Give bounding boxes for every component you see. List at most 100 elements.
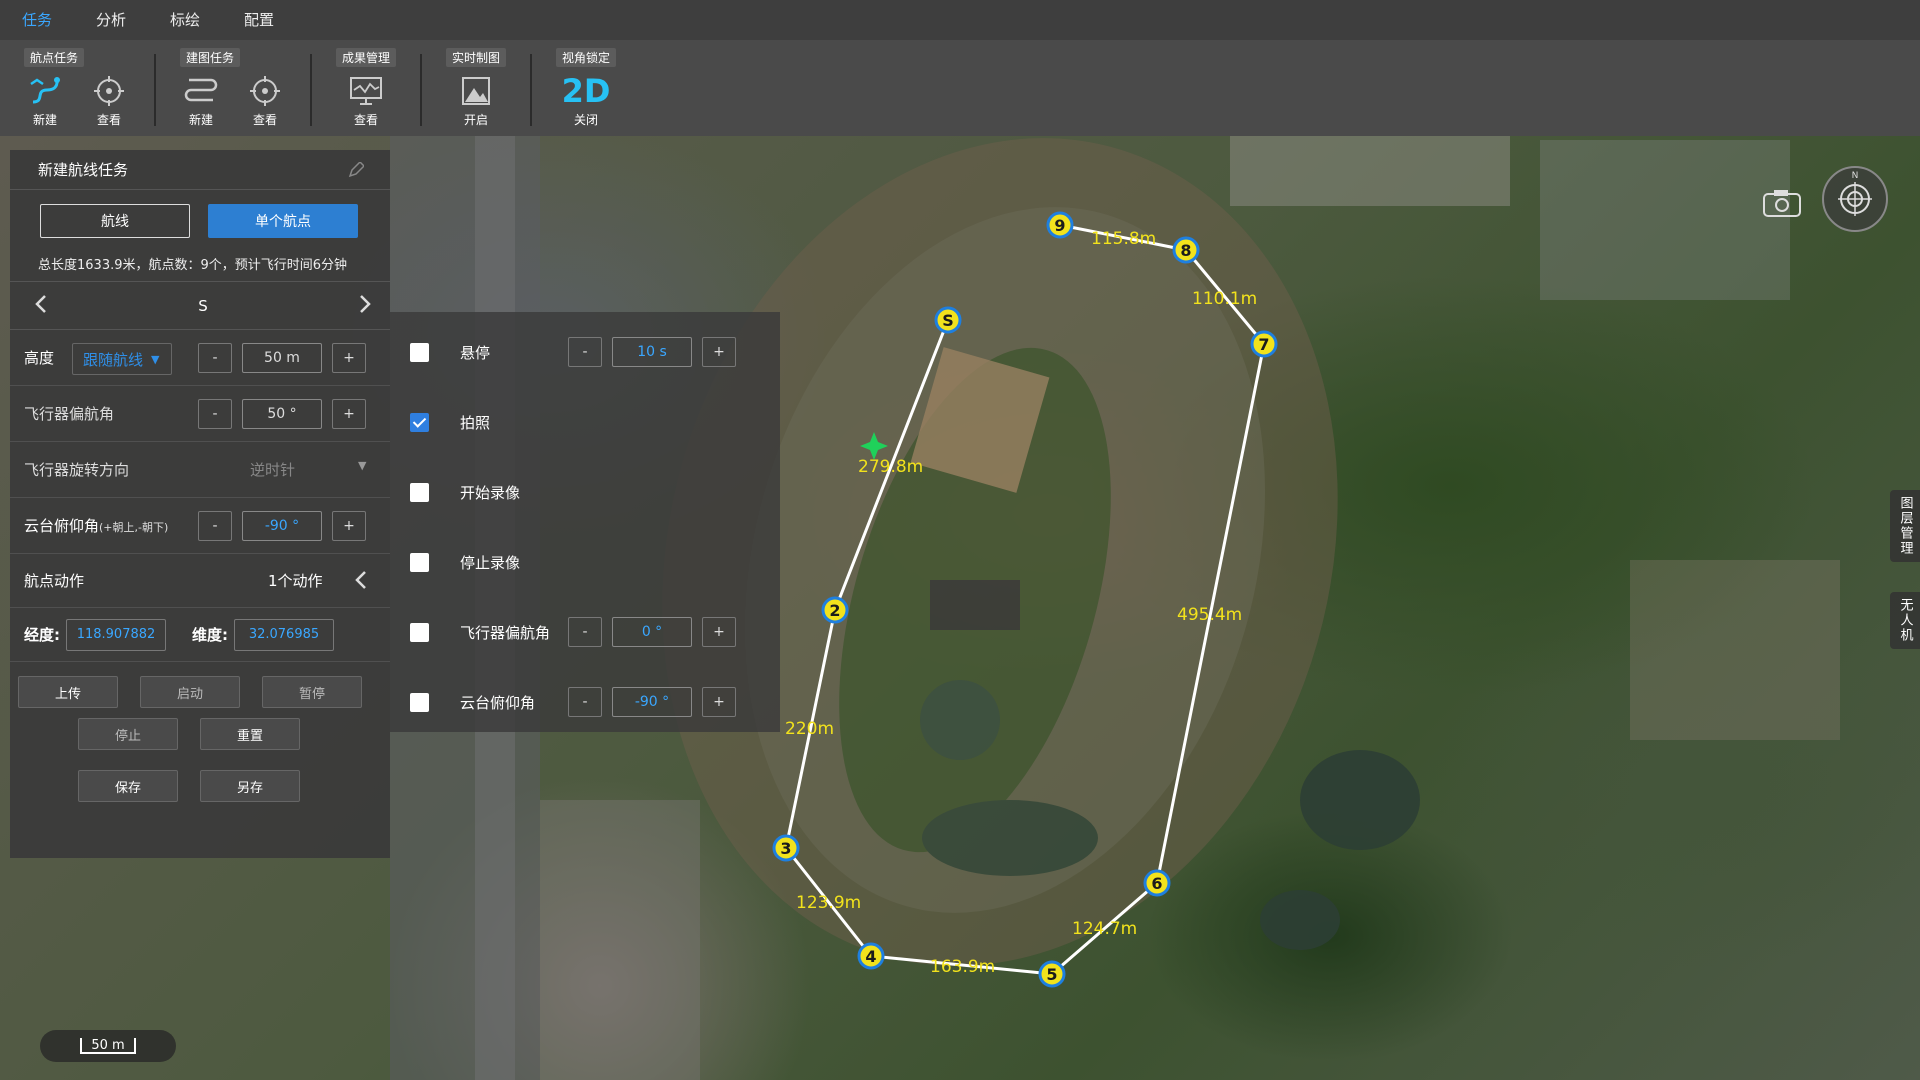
waypoint-marker[interactable]: 9 bbox=[1046, 211, 1074, 239]
new-route-task-panel: 新建航线任务 航线 单个航点 总长度1633.9米，航点数：9个，预计飞行时间6… bbox=[10, 150, 390, 858]
altitude-value[interactable]: 50 m bbox=[242, 342, 322, 373]
longitude-label: 经度: bbox=[24, 626, 60, 644]
plus-button[interactable]: + bbox=[702, 337, 736, 367]
waypoint-action-row[interactable]: 航点动作 1个动作 bbox=[10, 554, 390, 608]
realtime-mapping-toggle[interactable]: 开启 bbox=[455, 73, 497, 128]
longitude-field[interactable]: 118.907882 bbox=[66, 618, 166, 651]
altitude-mode-select[interactable]: 跟随航线 ▼ bbox=[72, 343, 172, 375]
camera-icon[interactable] bbox=[1762, 188, 1802, 218]
stop-button[interactable]: 停止 bbox=[78, 718, 178, 750]
menu-analysis[interactable]: 分析 bbox=[74, 0, 148, 40]
yaw-value[interactable]: 50 ° bbox=[242, 398, 322, 429]
waypoint-navigator: S bbox=[10, 282, 390, 330]
action-label: 拍照 bbox=[460, 413, 491, 432]
stop-recording-checkbox[interactable] bbox=[410, 552, 429, 572]
latitude-field[interactable]: 32.076985 bbox=[234, 618, 334, 651]
new-mapping-task-button[interactable]: 新建 bbox=[180, 73, 222, 128]
menu-config[interactable]: 配置 bbox=[222, 0, 296, 40]
waypoint-marker[interactable]: 4 bbox=[857, 942, 885, 970]
reset-button[interactable]: 重置 bbox=[200, 718, 300, 750]
plus-button[interactable]: + bbox=[702, 617, 736, 647]
upload-button[interactable]: 上传 bbox=[18, 676, 118, 708]
tab-route[interactable]: 航线 bbox=[40, 204, 190, 238]
hover-checkbox[interactable] bbox=[410, 342, 429, 362]
waypoint-marker[interactable]: 8 bbox=[1172, 236, 1200, 264]
action-label: 飞行器偏航角 bbox=[460, 623, 551, 642]
save-button[interactable]: 保存 bbox=[78, 770, 178, 802]
gimbal-checkbox[interactable] bbox=[410, 692, 429, 712]
gimbal-row: 云台俯仰角(+朝上,-朝下) - -90 ° + bbox=[10, 498, 390, 554]
scale-label: 50 m bbox=[91, 1037, 125, 1053]
action-yaw-stepper: - 0 ° + bbox=[568, 617, 736, 647]
photo-checkbox[interactable] bbox=[410, 412, 429, 432]
side-tab-label: 无人机 bbox=[1897, 598, 1913, 643]
minus-button[interactable]: - bbox=[568, 337, 602, 367]
button-label: 新建 bbox=[188, 113, 213, 127]
pause-button[interactable]: 暂停 bbox=[262, 676, 362, 708]
hover-duration-value[interactable]: 10 s bbox=[612, 337, 692, 367]
svg-text:N: N bbox=[1852, 171, 1859, 181]
side-tab-label: 图层管理 bbox=[1897, 496, 1913, 556]
next-waypoint-icon[interactable] bbox=[358, 294, 372, 318]
gimbal-value[interactable]: -90 ° bbox=[242, 510, 322, 541]
prev-waypoint-icon[interactable] bbox=[34, 294, 48, 318]
toolbar-divider bbox=[154, 54, 156, 126]
waypoint-marker[interactable]: 3 bbox=[772, 834, 800, 862]
minus-button[interactable]: - bbox=[198, 342, 232, 373]
start-button[interactable]: 启动 bbox=[140, 676, 240, 708]
waypoint-marker[interactable]: 5 bbox=[1038, 960, 1066, 988]
view-results-button[interactable]: 查看 bbox=[345, 73, 387, 128]
drone-tab[interactable]: 无人机 bbox=[1890, 592, 1920, 649]
waypoint-marker[interactable]: 7 bbox=[1250, 330, 1278, 358]
image-mountain-icon bbox=[456, 73, 496, 109]
waypoint-marker[interactable]: 6 bbox=[1143, 869, 1171, 897]
rotation-label: 飞行器旋转方向 bbox=[24, 461, 130, 479]
group-label: 航点任务 bbox=[24, 48, 85, 67]
minus-button[interactable]: - bbox=[198, 398, 232, 429]
plus-button[interactable]: + bbox=[332, 510, 366, 541]
yaw-checkbox[interactable] bbox=[410, 622, 429, 642]
view-2d-icon: 2D bbox=[561, 72, 611, 110]
new-waypoint-task-button[interactable]: 新建 bbox=[24, 73, 66, 128]
menu-task[interactable]: 任务 bbox=[0, 0, 74, 40]
tab-single-waypoint[interactable]: 单个航点 bbox=[208, 204, 358, 238]
route-summary: 总长度1633.9米，航点数：9个，预计飞行时间6分钟 bbox=[10, 238, 390, 282]
toolbar-divider bbox=[530, 54, 533, 126]
toolbar: 航点任务 新建 查看 建图任务 新建 查看 成果管理 查看 实时制图 开启 视角… bbox=[0, 40, 1920, 136]
group-label: 视角锁定 bbox=[556, 48, 617, 67]
button-label: 关闭 bbox=[574, 113, 599, 127]
save-as-button[interactable]: 另存 bbox=[200, 770, 300, 802]
view-mapping-task-button[interactable]: 查看 bbox=[244, 73, 286, 128]
view-waypoint-task-button[interactable]: 查看 bbox=[88, 73, 130, 128]
collapse-actions-icon[interactable] bbox=[354, 570, 368, 594]
waypoint-label: 9 bbox=[1054, 216, 1065, 235]
yaw-row: 飞行器偏航角 - 50 ° + bbox=[10, 386, 390, 442]
compass-icon[interactable]: N bbox=[1822, 166, 1888, 232]
start-recording-checkbox[interactable] bbox=[410, 482, 429, 502]
action-yaw-value[interactable]: 0 ° bbox=[612, 617, 692, 647]
minus-button[interactable]: - bbox=[198, 510, 232, 541]
action-gimbal-value[interactable]: -90 ° bbox=[612, 687, 692, 717]
plus-button[interactable]: + bbox=[332, 398, 366, 429]
waypoint-marker[interactable]: S bbox=[934, 306, 962, 334]
waypoint-label: 7 bbox=[1258, 335, 1269, 354]
action-label: 悬停 bbox=[460, 343, 491, 362]
edit-icon[interactable] bbox=[348, 160, 366, 178]
waypoint-label: 4 bbox=[865, 947, 876, 966]
group-realtime-mapping: 实时制图 开启 bbox=[436, 40, 516, 128]
route-mode-tabs: 航线 单个航点 bbox=[10, 190, 390, 238]
waypoint-label: 6 bbox=[1151, 874, 1162, 893]
button-label: 新建 bbox=[32, 113, 57, 127]
plus-button[interactable]: + bbox=[332, 342, 366, 373]
menu-plot[interactable]: 标绘 bbox=[148, 0, 222, 40]
minus-button[interactable]: - bbox=[568, 617, 602, 647]
gimbal-label: 云台俯仰角(+朝上,-朝下) bbox=[24, 515, 168, 536]
layer-manager-tab[interactable]: 图层管理 bbox=[1890, 490, 1920, 562]
view-lock-toggle[interactable]: 2D 关闭 bbox=[561, 72, 611, 128]
action-hover: 悬停 - 10 s + bbox=[390, 332, 780, 372]
rotation-select[interactable]: 逆时针 ▼ bbox=[250, 459, 366, 480]
minus-button[interactable]: - bbox=[568, 687, 602, 717]
plus-button[interactable]: + bbox=[702, 687, 736, 717]
save-buttons: 保存 另存 bbox=[10, 770, 390, 802]
waypoint-marker[interactable]: 2 bbox=[821, 596, 849, 624]
